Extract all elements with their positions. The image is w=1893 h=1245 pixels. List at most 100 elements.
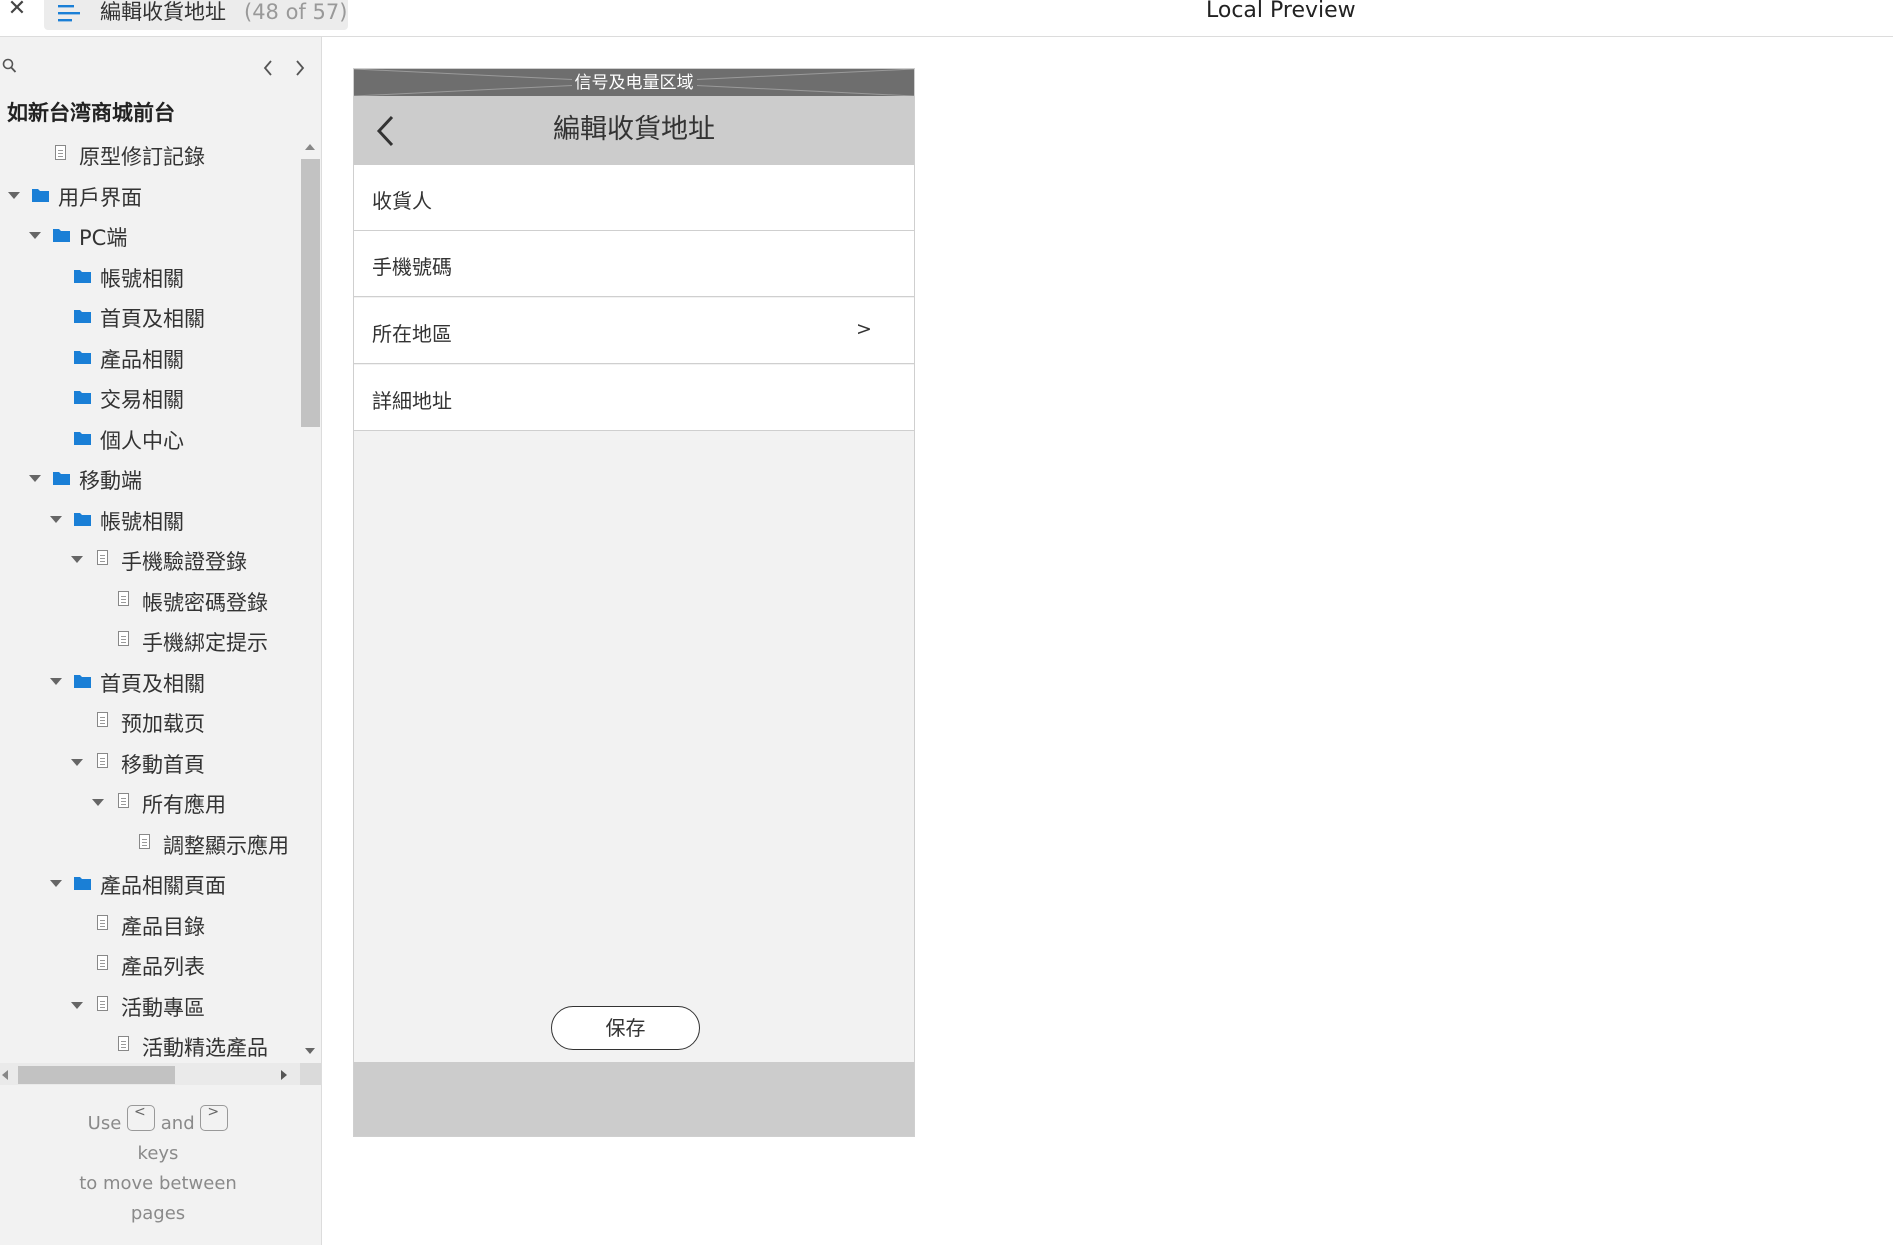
tree-item-label: 個人中心 [100,429,184,453]
horizontal-scrollbar-thumb[interactable] [18,1066,175,1084]
folder-icon [53,472,70,485]
tree-item[interactable]: 產品列表 [0,944,300,984]
tree-item-label: 首頁及相關 [100,672,205,696]
expand-caret-icon[interactable] [50,678,62,685]
vertical-scrollbar-thumb[interactable] [301,159,320,427]
expand-caret-icon[interactable] [50,880,62,887]
tree-item[interactable]: 用戶界面 [0,175,300,215]
chevron-left-icon[interactable] [262,59,274,77]
tree-item[interactable]: 產品目錄 [0,904,300,944]
folder-icon [74,877,91,890]
scroll-left-arrow-icon[interactable] [2,1070,8,1080]
page-icon [97,753,108,768]
search-row [0,51,321,81]
tree-item-label: 帳號密碼登錄 [142,591,268,615]
tree-item[interactable]: 原型修訂記錄 [0,134,300,174]
nav-title: 編輯收貨地址 [553,114,715,145]
tree-item[interactable]: 预加载页 [0,701,300,741]
tree-item-label: 移動首頁 [121,753,205,777]
folder-icon [53,229,70,242]
keyboard-help: Use < and > keys to move between pages [0,1105,316,1229]
tree-item[interactable]: 帳號相關 [0,256,300,296]
page-icon [97,712,108,727]
tree-item-label: 帳號相關 [100,267,184,291]
bottom-bar [354,1062,914,1136]
page-icon [118,1036,129,1051]
nav-bar: 編輯收貨地址 [354,96,914,165]
tree-item-label: 活動精选產品 [142,1036,268,1060]
field-label: 手機號碼 [372,255,452,279]
key-prev-icon: < [127,1105,156,1131]
help-line-2: keys [137,1143,179,1164]
tree-item[interactable]: 交易相關 [0,377,300,417]
expand-caret-icon[interactable] [92,799,104,806]
tree-item[interactable]: 手機綁定提示 [0,620,300,660]
tree-item-label: 移動端 [79,469,142,493]
field-recipient[interactable]: 收貨人 [354,165,914,231]
tree-item-label: 用戶界面 [58,186,142,210]
expand-caret-icon[interactable] [71,1002,83,1009]
help-and: and [160,1113,195,1134]
tree-item[interactable]: 帳號相關 [0,499,300,539]
tree-item-label: 產品目錄 [121,915,205,939]
save-button[interactable]: 保存 [551,1006,700,1050]
tree-item[interactable]: PC端 [0,215,300,255]
tree-item-label: 產品相關頁面 [100,874,226,898]
help-use: Use [87,1113,122,1134]
folder-icon [74,270,91,283]
tree-item[interactable]: 產品相關頁面 [0,863,300,903]
field-label: 詳細地址 [372,389,452,413]
tree-item[interactable]: 手機驗證登錄 [0,539,300,579]
tree-item-label: 原型修訂記錄 [79,145,205,169]
tree-item-label: 帳號相關 [100,510,184,534]
page-icon [97,955,108,970]
tree-item[interactable]: 調整顯示應用 [0,823,300,863]
tree-item[interactable]: 首頁及相關 [0,661,300,701]
tree-item-label: 產品相關 [100,348,184,372]
expand-caret-icon[interactable] [71,556,83,563]
scroll-down-arrow-icon[interactable] [305,1048,315,1054]
sitemap-sidebar: 如新台湾商城前台 原型修訂記錄 用戶界面 PC端 帳號相關 首頁及相關 產品相關 交易相關個… [0,37,322,1245]
folder-icon [74,513,91,526]
tree-item[interactable]: 活動精选產品 [0,1025,300,1065]
preview-title: Local Preview [1206,0,1356,23]
field-region[interactable]: 所在地區 > [354,298,914,364]
tree-item[interactable]: 產品相關 [0,337,300,377]
folder-icon [74,310,91,323]
tree-item[interactable]: 帳號密碼登錄 [0,580,300,620]
folder-icon [74,432,91,445]
tree-item-label: PC端 [79,226,128,250]
tree-item[interactable]: 首頁及相關 [0,296,300,336]
tree-item[interactable]: 移動端 [0,458,300,498]
field-phone-number[interactable]: 手機號碼 [354,231,914,297]
page-icon [139,834,150,849]
expand-caret-icon[interactable] [71,759,83,766]
field-label: 收貨人 [372,189,432,213]
menu-icon[interactable] [56,2,82,26]
tree-item-label: 首頁及相關 [100,307,205,331]
tree-item[interactable]: 個人中心 [0,418,300,458]
tree-item-label: 手機驗證登錄 [121,550,247,574]
folder-icon [74,675,91,688]
expand-caret-icon[interactable] [50,516,62,523]
expand-caret-icon[interactable] [29,232,41,239]
expand-caret-icon[interactable] [29,475,41,482]
tree-item[interactable]: 所有應用 [0,782,300,822]
tree-item[interactable]: 移動首頁 [0,742,300,782]
page-count: (48 of 57) [244,0,348,24]
key-next-icon: > [200,1105,229,1131]
expand-caret-icon[interactable] [8,192,20,199]
page-title-tab[interactable]: 編輯收貨地址 (48 of 57) [44,0,348,30]
chevron-right-icon[interactable] [294,59,306,77]
page-icon [118,591,129,606]
page-title: 編輯收貨地址 [100,0,226,24]
scrollbar-corner [300,1063,321,1085]
tree-item[interactable]: 活動專區 [0,985,300,1025]
search-icon[interactable] [2,57,18,75]
sitemap-tree: 原型修訂記錄 用戶界面 PC端 帳號相關 首頁及相關 產品相關 交易相關 個人中心 移動端 帳號相… [0,134,300,1084]
scroll-right-arrow-icon[interactable] [281,1070,287,1080]
tree-item-label: 交易相關 [100,388,184,412]
field-detailed-address[interactable]: 詳細地址 [354,365,914,431]
close-icon[interactable]: ✕ [4,0,30,24]
scroll-up-arrow-icon[interactable] [305,144,315,150]
